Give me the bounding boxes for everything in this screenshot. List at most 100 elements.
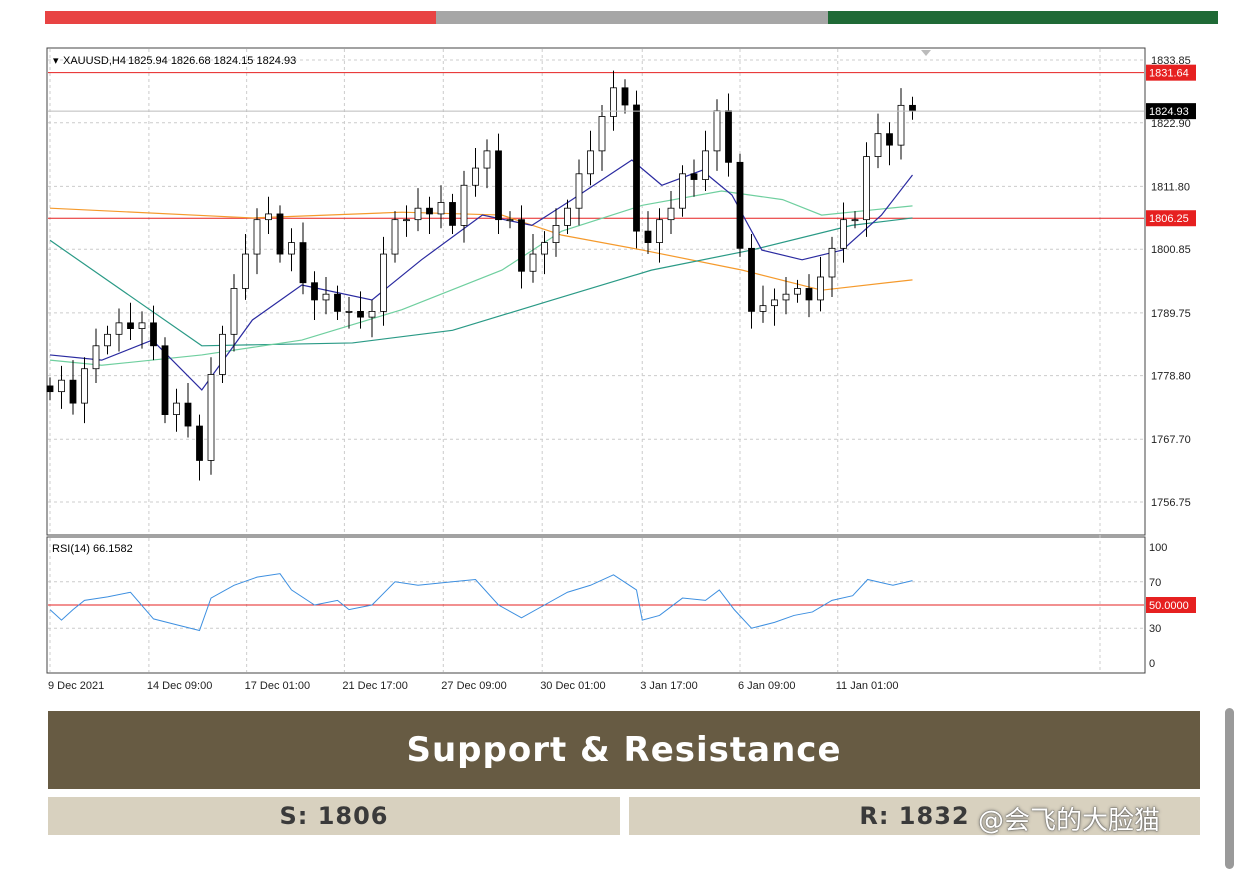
candle-bear (161, 345, 169, 415)
candle-bear (127, 322, 134, 329)
candle-bull (851, 219, 859, 222)
level-label: 1831.64 (1149, 68, 1189, 80)
candle-bull (265, 213, 272, 221)
rsi-tick-label: 100 (1149, 542, 1167, 554)
candle-bull (403, 219, 410, 222)
candle-bull (506, 219, 514, 222)
candle-bull (759, 305, 767, 312)
chart-title-triangle: ▾ (53, 55, 59, 67)
y-tick-label: 1778.80 (1151, 371, 1191, 383)
x-tick-label: 6 Jan 09:00 (738, 680, 796, 692)
x-tick-label: 3 Jan 17:00 (640, 680, 698, 692)
candle-bull (541, 242, 548, 255)
x-tick-label: 14 Dec 09:00 (147, 680, 212, 692)
candle-bear (909, 104, 916, 112)
candle-bull (58, 379, 65, 393)
candle-bull (104, 333, 111, 347)
candle-bear (621, 87, 629, 106)
chart-title: XAUUSD,H4 (63, 55, 126, 67)
candle-bull (460, 184, 468, 226)
x-tick-label: 27 Dec 09:00 (441, 680, 506, 692)
candle-bull (414, 207, 422, 221)
candle-bear (299, 242, 307, 284)
candle-bull (230, 288, 238, 335)
candle-bull (575, 173, 583, 209)
candle-bull (702, 150, 709, 180)
candle-bear (150, 322, 157, 347)
candle-bear (334, 293, 341, 312)
candle-bull (552, 224, 560, 243)
candle-bull (771, 299, 778, 307)
candle-bull (564, 207, 571, 226)
candle-bull (679, 173, 686, 209)
candle-bull (483, 150, 491, 169)
rsi-label: RSI(14) 66.1582 (52, 543, 133, 555)
candle-bull (656, 219, 663, 243)
candle-bull (207, 374, 215, 461)
candle-bull (863, 156, 870, 221)
scrollbar[interactable] (1225, 708, 1234, 869)
y-tick-label: 1811.80 (1151, 181, 1190, 193)
candle-bull (391, 219, 399, 255)
candle-bull (794, 288, 801, 295)
candle-bull (219, 333, 226, 375)
y-tick-label: 1767.70 (1151, 434, 1191, 446)
y-tick-label: 1789.75 (1151, 308, 1191, 320)
candle-bear (426, 207, 433, 215)
candle-bull (610, 87, 617, 117)
candle-bear (196, 425, 203, 461)
candle-bear (690, 173, 698, 180)
y-tick-label: 1756.75 (1151, 497, 1191, 509)
candle-bear (449, 202, 456, 226)
x-tick-label: 11 Jan 01:00 (836, 680, 899, 692)
candle-bull (173, 402, 180, 415)
candle-bull (368, 310, 376, 318)
candle-bear (357, 310, 364, 318)
candle-bull (472, 167, 479, 186)
candle-bear (886, 133, 893, 146)
rsi-tick-label: 70 (1149, 577, 1161, 589)
candle-bull (380, 253, 387, 312)
candle-bull (81, 368, 88, 404)
candle-bear (748, 247, 755, 312)
candle-bear (495, 150, 502, 221)
candle-bear (633, 104, 640, 232)
candle-bear (69, 379, 77, 404)
candle-bear (276, 213, 284, 255)
price-chart: 1833.851822.901811.801800.851789.751778.… (46, 47, 1196, 692)
rsi-level-label: 50.0000 (1149, 600, 1189, 612)
candle-bull (782, 293, 790, 301)
candle-bull (345, 310, 353, 313)
candle-bull (115, 322, 123, 335)
candle-bull (667, 207, 675, 221)
candle-bear (725, 110, 732, 163)
candle-bear (184, 402, 192, 427)
candle-bull (874, 133, 882, 158)
y-tick-label: 1800.85 (1151, 244, 1191, 256)
ohlc-label: 1825.94 1826.68 1824.15 1824.93 (128, 55, 296, 67)
candle-bear (805, 288, 813, 301)
main-panel (46, 47, 1146, 536)
candle-bull (253, 219, 261, 255)
candle-bull (288, 242, 295, 255)
candle-bear (46, 385, 54, 393)
rsi-tick-label: 30 (1149, 623, 1161, 635)
candle-bull (138, 322, 146, 329)
candle-bull (322, 293, 330, 301)
candle-bear (736, 161, 744, 249)
support-box: S: 1806 (48, 797, 620, 835)
candle-bull (242, 253, 249, 289)
rsi-tick-label: 0 (1149, 658, 1155, 670)
candle-bull (587, 150, 594, 175)
x-tick-label: 9 Dec 2021 (48, 680, 104, 692)
candle-bull (817, 276, 824, 301)
candle-bear (311, 282, 318, 301)
last-price-label: 1824.93 (1149, 106, 1189, 118)
x-tick-label: 30 Dec 01:00 (540, 680, 605, 692)
candle-bull (828, 247, 836, 278)
candle-bull (437, 202, 445, 215)
candle-bull (529, 253, 537, 272)
candle-bear (644, 230, 652, 243)
level-label: 1806.25 (1149, 213, 1189, 225)
candle-bull (713, 110, 721, 152)
